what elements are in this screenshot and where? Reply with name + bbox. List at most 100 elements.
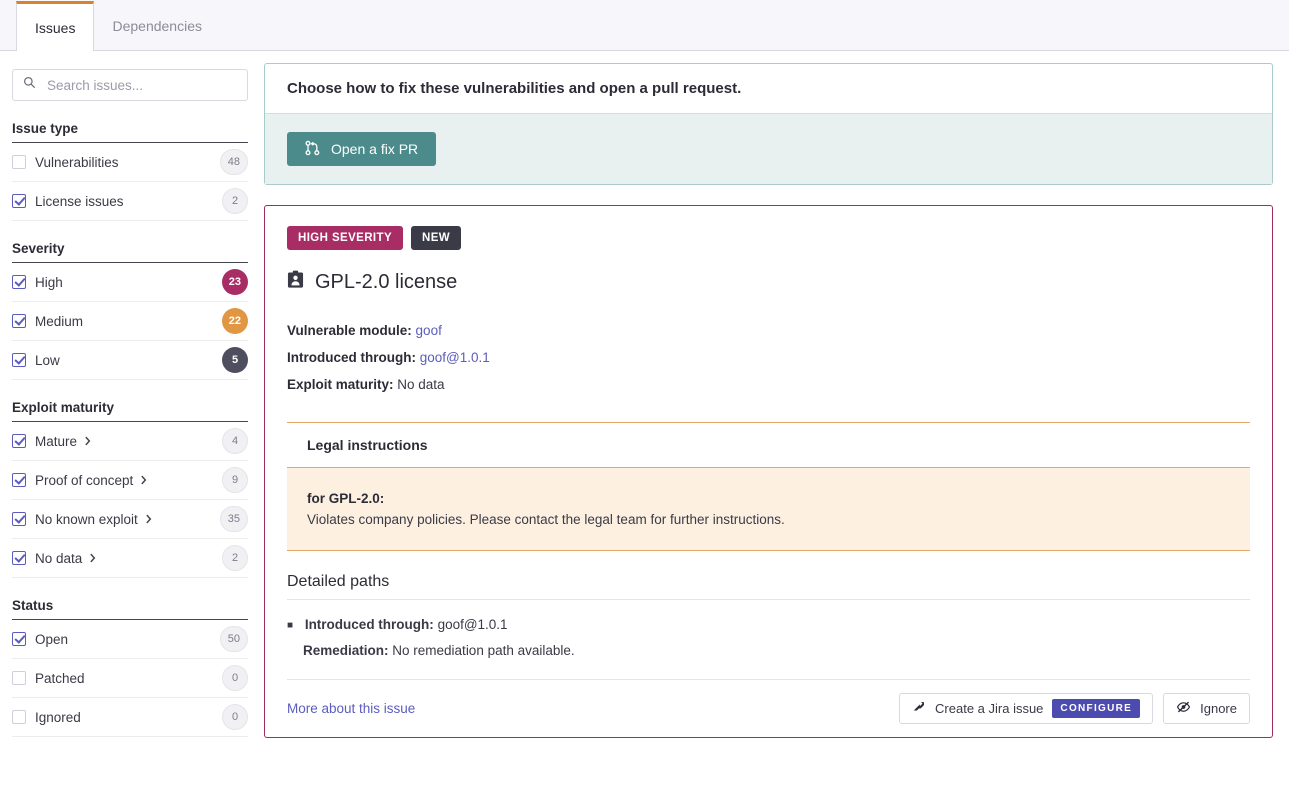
search-input[interactable]	[45, 76, 237, 94]
configure-badge[interactable]: CONFIGURE	[1052, 698, 1141, 718]
new-badge: NEW	[411, 226, 462, 250]
filter-label-text: Proof of concept	[35, 472, 134, 488]
meta-label-module: Vulnerable module:	[287, 323, 412, 338]
open-fix-pr-button[interactable]: Open a fix PR	[287, 132, 437, 166]
chevron-right-icon[interactable]	[84, 436, 91, 446]
filter-label-text: License issues	[35, 193, 124, 209]
chevron-right-icon[interactable]	[145, 514, 152, 524]
filter-checkbox[interactable]	[12, 194, 26, 208]
license-badge-icon	[287, 270, 304, 295]
issue-footer: More about this issue Create a Jira issu…	[287, 678, 1250, 737]
ignore-button[interactable]: Ignore	[1163, 692, 1250, 724]
filter-label-text: Mature	[35, 433, 78, 449]
fix-pr-body: Open a fix PR	[265, 114, 1272, 184]
chevron-right-icon[interactable]	[140, 475, 147, 485]
eye-slash-icon	[1176, 700, 1191, 717]
filter-label-text: High	[35, 274, 63, 290]
filter-row-mature[interactable]: Mature 4	[12, 422, 248, 461]
severity-badge: HIGH SEVERITY	[287, 226, 404, 250]
filter-checkbox[interactable]	[12, 353, 26, 367]
filter-group-title: Exploit maturity	[12, 400, 248, 422]
issue-card: HIGH SEVERITY NEW GPL-2.0 license Vulner…	[264, 205, 1273, 738]
filter-count-badge: 23	[221, 269, 248, 295]
filter-label: Mature	[35, 434, 222, 449]
meta-label-maturity: Exploit maturity:	[287, 377, 394, 392]
filter-count-badge: 0	[222, 704, 248, 730]
filter-group: Severity High 23 Medium 22 Low 5	[12, 241, 248, 380]
search-icon	[23, 76, 45, 94]
filter-row-open[interactable]: Open 50	[12, 620, 248, 659]
filter-label-text: Patched	[35, 670, 85, 686]
filter-label-text: Ignored	[35, 709, 81, 725]
filter-label: No data	[35, 551, 222, 566]
fix-pr-card: Choose how to fix these vulnerabilities …	[264, 63, 1273, 185]
filter-label-text: Vulnerabilities	[35, 154, 119, 170]
filter-count-badge: 48	[219, 149, 248, 175]
filter-checkbox[interactable]	[12, 275, 26, 289]
filter-checkbox[interactable]	[12, 155, 26, 169]
filter-count-badge: 4	[222, 428, 248, 454]
filter-checkbox[interactable]	[12, 512, 26, 526]
filter-label: License issues	[35, 194, 222, 209]
meta-value-module[interactable]: goof	[416, 323, 442, 338]
create-jira-issue-button[interactable]: Create a Jira issue CONFIGURE	[899, 692, 1154, 724]
meta-row-module: Vulnerable module: goof	[287, 317, 1250, 344]
filter-row-license-issues[interactable]: License issues 2	[12, 182, 248, 221]
filters-sidebar: Issue type Vulnerabilities 48 License issue…	[0, 51, 264, 804]
detailed-path-item: ■ Introduced through: goof@1.0.1 Remedia…	[287, 612, 1250, 663]
path-remediation-value: No remediation path available.	[392, 642, 575, 658]
filter-label: Proof of concept	[35, 473, 222, 488]
meta-row-introduced: Introduced through: goof@1.0.1	[287, 344, 1250, 371]
create-jira-issue-label: Create a Jira issue	[935, 700, 1044, 716]
jira-icon	[912, 700, 926, 717]
filter-label-text: Open	[35, 631, 69, 647]
path-introduced-row: ■ Introduced through: goof@1.0.1	[287, 612, 1250, 638]
meta-row-maturity: Exploit maturity: No data	[287, 371, 1250, 398]
filter-count-badge: 2	[222, 188, 248, 214]
filter-row-patched[interactable]: Patched 0	[12, 659, 248, 698]
page-body: Issue type Vulnerabilities 48 License issue…	[0, 51, 1289, 804]
filter-count-badge: 22	[221, 308, 248, 334]
filter-count-badge: 0	[222, 665, 248, 691]
tab-issues[interactable]: Issues	[16, 1, 95, 51]
meta-value-introduced[interactable]: goof@1.0.1	[420, 350, 490, 365]
filter-row-no-known-exploit[interactable]: No known exploit 35	[12, 500, 248, 539]
filter-row-medium[interactable]: Medium 22	[12, 302, 248, 341]
filter-label: Ignored	[35, 710, 222, 725]
filter-row-proof-of-concept[interactable]: Proof of concept 9	[12, 461, 248, 500]
filter-count-badge: 5	[222, 347, 248, 373]
bullet-icon: ■	[287, 619, 294, 631]
filter-label: Medium	[35, 314, 222, 329]
filter-count-badge: 9	[222, 467, 248, 493]
meta-label-introduced: Introduced through:	[287, 350, 416, 365]
more-about-issue-link[interactable]: More about this issue	[287, 701, 415, 716]
filter-label-text: Medium	[35, 313, 84, 329]
filter-checkbox[interactable]	[12, 551, 26, 565]
search-box[interactable]	[12, 69, 248, 101]
filter-row-vulnerabilities[interactable]: Vulnerabilities 48	[12, 143, 248, 182]
legal-instructions-heading: Legal instructions	[287, 423, 1250, 468]
tab-bar: Issues Dependencies	[0, 0, 1289, 51]
filter-checkbox[interactable]	[12, 710, 26, 724]
filter-group-title: Issue type	[12, 121, 248, 143]
ignore-label: Ignore	[1200, 700, 1237, 716]
meta-value-maturity: No data	[397, 377, 445, 392]
filter-row-high[interactable]: High 23	[12, 263, 248, 302]
filter-group-title: Severity	[12, 241, 248, 263]
tab-issues-label: Issues	[35, 19, 76, 36]
filter-checkbox[interactable]	[12, 671, 26, 685]
filter-checkbox[interactable]	[12, 434, 26, 448]
legal-text: Violates company policies. Please contac…	[307, 512, 785, 527]
filter-row-no-data[interactable]: No data 2	[12, 539, 248, 578]
filter-group-title: Status	[12, 598, 248, 620]
issue-meta: Vulnerable module: goof Introduced throu…	[287, 317, 1250, 398]
issue-action-buttons: Create a Jira issue CONFIGURE Ignore	[899, 692, 1250, 724]
filter-checkbox[interactable]	[12, 314, 26, 328]
tab-dependencies[interactable]: Dependencies	[94, 1, 220, 50]
chevron-right-icon[interactable]	[89, 553, 96, 563]
filter-checkbox[interactable]	[12, 473, 26, 487]
detailed-paths-title: Detailed paths	[287, 573, 1250, 600]
filter-checkbox[interactable]	[12, 632, 26, 646]
filter-row-ignored[interactable]: Ignored 0	[12, 698, 248, 737]
filter-row-low[interactable]: Low 5	[12, 341, 248, 380]
